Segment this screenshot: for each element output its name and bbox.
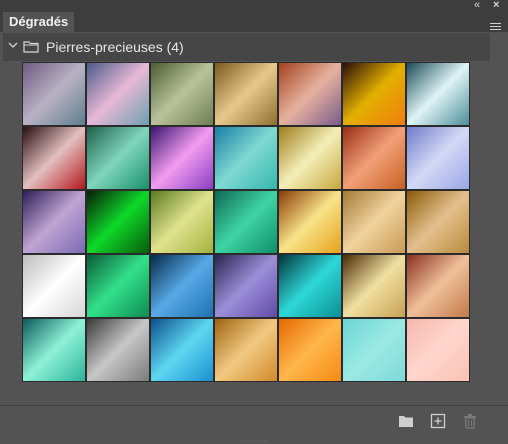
gradient-swatch[interactable] <box>151 191 213 253</box>
gradient-swatch[interactable] <box>279 191 341 253</box>
gradient-swatch[interactable] <box>87 255 149 317</box>
panel-top-strip: « × <box>0 0 508 11</box>
gradient-swatch[interactable] <box>23 255 85 317</box>
gradient-swatch[interactable] <box>407 127 469 189</box>
gradient-swatch[interactable] <box>343 63 405 125</box>
gradient-swatch[interactable] <box>343 191 405 253</box>
gradient-swatch[interactable] <box>407 191 469 253</box>
gradient-swatch[interactable] <box>407 255 469 317</box>
gradient-swatch[interactable] <box>23 191 85 253</box>
new-gradient-icon[interactable] <box>429 412 447 430</box>
gradient-swatch[interactable] <box>23 63 85 125</box>
gradient-swatch[interactable] <box>279 319 341 381</box>
gradient-swatch[interactable] <box>343 127 405 189</box>
gradient-swatch[interactable] <box>151 255 213 317</box>
gradient-swatch[interactable] <box>87 127 149 189</box>
gradient-swatch[interactable] <box>87 63 149 125</box>
panel-menu-icon[interactable] <box>490 23 501 32</box>
new-folder-icon[interactable] <box>397 412 415 430</box>
folder-icon <box>23 41 39 53</box>
gradient-swatch[interactable] <box>151 319 213 381</box>
gradient-swatch[interactable] <box>279 127 341 189</box>
tab-gradients[interactable]: Dégradés <box>3 12 75 32</box>
gradient-swatch-grid <box>22 62 470 382</box>
gradient-swatch[interactable] <box>343 255 405 317</box>
gradient-swatch[interactable] <box>215 319 277 381</box>
group-label: Pierres-precieuses (4) <box>46 39 184 55</box>
gradient-swatch[interactable] <box>215 255 277 317</box>
gradient-swatch[interactable] <box>87 191 149 253</box>
gradient-swatch[interactable] <box>151 127 213 189</box>
gradient-swatch[interactable] <box>343 319 405 381</box>
panel-footer <box>0 405 508 444</box>
gradient-swatch[interactable] <box>87 319 149 381</box>
gradient-group-header[interactable]: Pierres-precieuses (4) <box>3 33 490 61</box>
gradient-swatch[interactable] <box>23 319 85 381</box>
gradient-swatch[interactable] <box>215 63 277 125</box>
panel-tab-bar: Dégradés <box>0 9 508 32</box>
gradient-swatch[interactable] <box>151 63 213 125</box>
gradient-swatch[interactable] <box>407 63 469 125</box>
gradient-swatch[interactable] <box>23 127 85 189</box>
gradient-swatch[interactable] <box>279 63 341 125</box>
gradient-swatch[interactable] <box>215 127 277 189</box>
gradient-swatch[interactable] <box>407 319 469 381</box>
trash-icon[interactable] <box>461 412 479 430</box>
gradient-swatch[interactable] <box>215 191 277 253</box>
chevron-down-icon[interactable] <box>8 40 18 50</box>
scrollbar[interactable] <box>490 33 505 405</box>
gradients-panel: « × Dégradés Pierres-precieuses (4) <box>0 0 508 444</box>
gradient-swatch[interactable] <box>279 255 341 317</box>
